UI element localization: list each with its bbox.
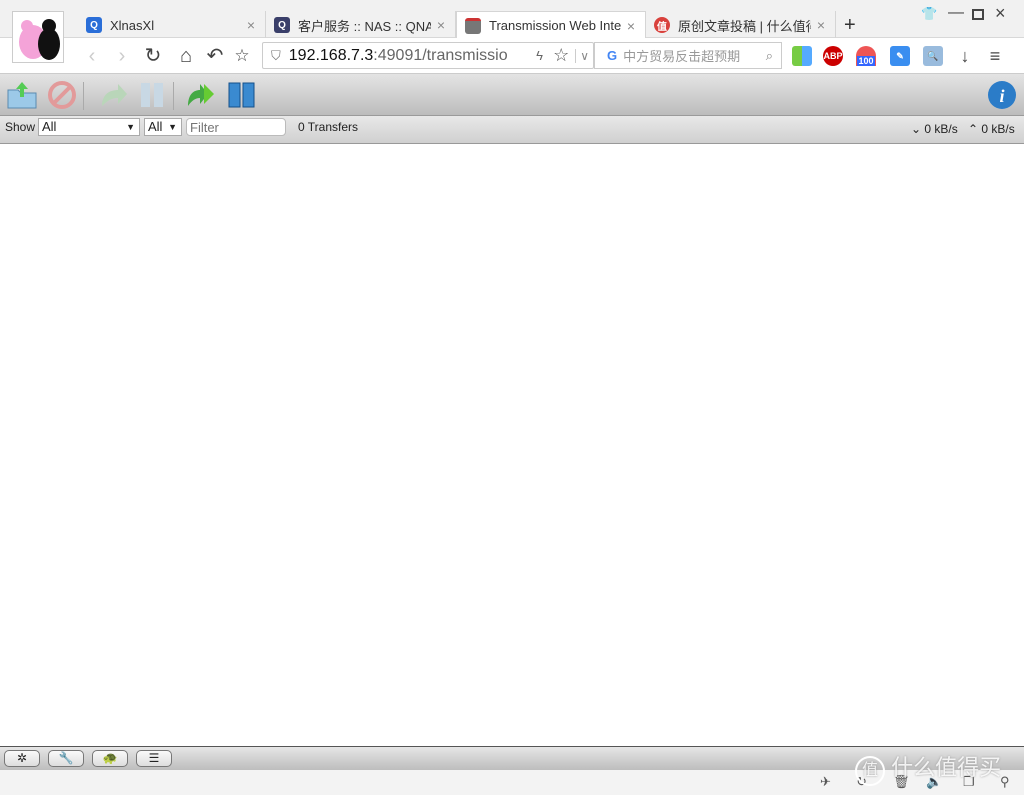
qnap-icon: Q bbox=[274, 17, 290, 33]
smzdm-icon: 值 bbox=[654, 17, 670, 33]
preferences-button[interactable]: 🔧 bbox=[48, 750, 84, 767]
wrench-icon: 🔧 bbox=[58, 751, 74, 765]
google-icon: G bbox=[607, 48, 618, 63]
forward-button[interactable]: › bbox=[110, 44, 134, 68]
toolbar-divider bbox=[173, 82, 174, 110]
close-tab-icon[interactable]: × bbox=[627, 18, 635, 34]
address-bar[interactable]: ⛉ 192.168.7.3:49091/transmissio ϟ ☆ ∨ bbox=[262, 42, 594, 69]
magnifier-extension-icon[interactable]: 🔍 bbox=[923, 46, 943, 66]
tab-transmission[interactable]: Transmission Web Inte × bbox=[456, 11, 646, 39]
tab-xlnas[interactable]: Q XlnasXl × bbox=[70, 11, 266, 39]
remove-torrent-button[interactable] bbox=[46, 80, 78, 110]
shield-icon: ⛉ bbox=[271, 47, 281, 63]
download-speed: ⌄ 0 kB/s bbox=[911, 122, 958, 136]
list-icon: ☰ bbox=[148, 751, 160, 765]
settings-button[interactable]: ✲ bbox=[4, 750, 40, 767]
minimize-button[interactable]: — bbox=[948, 4, 964, 22]
pause-selected-button[interactable] bbox=[138, 80, 170, 110]
turtle-icon: 🐢 bbox=[102, 751, 118, 765]
chevron-down-icon[interactable]: ∨ bbox=[575, 48, 593, 63]
maximize-button[interactable] bbox=[972, 9, 984, 20]
barbapapa-avatar-icon bbox=[19, 19, 60, 60]
transmission-toolbar: i bbox=[0, 74, 1024, 116]
smzdm-watermark: 值 什么值得买 bbox=[855, 750, 1001, 786]
tab-strip: Q XlnasXl × Q 客户服务 :: NAS :: QNA × Transmiss… bbox=[0, 0, 1024, 39]
user-avatar[interactable] bbox=[12, 11, 64, 63]
turtle-mode-button[interactable]: 🐢 bbox=[92, 750, 128, 767]
close-tab-icon[interactable]: × bbox=[437, 17, 445, 33]
transmission-icon bbox=[465, 17, 481, 34]
note-extension-icon[interactable]: ✎ bbox=[890, 46, 910, 66]
chevron-up-icon: ⌃ bbox=[968, 122, 979, 136]
skin-icon[interactable]: 👕 bbox=[921, 6, 937, 22]
zoom-icon[interactable]: ⚲ bbox=[1000, 774, 1010, 790]
bookmark-button[interactable]: ☆ bbox=[230, 44, 254, 68]
toolbar-divider bbox=[83, 82, 84, 110]
resume-all-button[interactable] bbox=[186, 80, 218, 110]
menu-icon[interactable]: ≡ bbox=[985, 46, 1005, 66]
back-button[interactable]: ‹ bbox=[80, 44, 104, 68]
close-tab-icon[interactable]: × bbox=[817, 17, 825, 33]
pin-icon[interactable]: ✈ bbox=[820, 774, 831, 790]
svg-text:i: i bbox=[999, 86, 1004, 106]
state-filter-select[interactable]: All ▼ bbox=[38, 118, 140, 136]
new-tab-button[interactable]: + bbox=[844, 14, 856, 37]
smzdm-logo-icon: 值 bbox=[855, 756, 885, 786]
qnap-icon: Q bbox=[86, 17, 102, 33]
filter-input[interactable] bbox=[186, 118, 286, 136]
chevron-down-icon: ⌄ bbox=[911, 122, 922, 136]
close-tab-icon[interactable]: × bbox=[247, 17, 255, 33]
smzdm-extension-icon[interactable]: 100 bbox=[856, 46, 876, 66]
apps-icon[interactable] bbox=[792, 46, 812, 66]
resume-selected-button[interactable] bbox=[98, 80, 130, 110]
tab-qnap-support[interactable]: Q 客户服务 :: NAS :: QNA × bbox=[266, 11, 456, 39]
search-icon[interactable]: ⌕ bbox=[766, 48, 773, 64]
open-torrent-button[interactable] bbox=[6, 80, 38, 110]
reload-button[interactable]: ↻ bbox=[141, 44, 165, 68]
close-window-button[interactable]: × bbox=[995, 3, 1006, 24]
torrent-list bbox=[0, 144, 1024, 746]
navigation-bar: ‹ › ↻ ⌂ ↶ ☆ ⛉ 192.168.7.3:49091/transmis… bbox=[0, 38, 1024, 74]
star-icon[interactable]: ☆ bbox=[553, 45, 569, 66]
compact-view-button[interactable]: ☰ bbox=[136, 750, 172, 767]
gear-icon: ✲ bbox=[16, 751, 28, 765]
tracker-filter-select[interactable]: All ▼ bbox=[144, 118, 182, 136]
adblock-icon[interactable]: ABP bbox=[823, 46, 843, 66]
tab-smzdm[interactable]: 值原创文章投稿 | 什么值得 × bbox=[646, 11, 836, 39]
show-label: Show bbox=[5, 120, 36, 134]
undo-close-button[interactable]: ↶ bbox=[203, 44, 227, 68]
home-button[interactable]: ⌂ bbox=[174, 44, 198, 68]
pause-all-button[interactable] bbox=[228, 80, 260, 110]
download-icon[interactable]: ↓ bbox=[955, 46, 975, 66]
info-icon[interactable]: i bbox=[986, 80, 1018, 110]
upload-speed: ⌃ 0 kB/s bbox=[968, 122, 1015, 136]
filter-bar: Show All▼ All▼ 0 Transfers ⌄ 0 kB/s ⌃ 0 … bbox=[0, 116, 1024, 144]
lightning-icon[interactable]: ϟ bbox=[536, 48, 543, 63]
transfer-count: 0 Transfers bbox=[298, 120, 359, 134]
search-input[interactable]: G 中方贸易反击超预期 ⌕ bbox=[594, 42, 782, 69]
